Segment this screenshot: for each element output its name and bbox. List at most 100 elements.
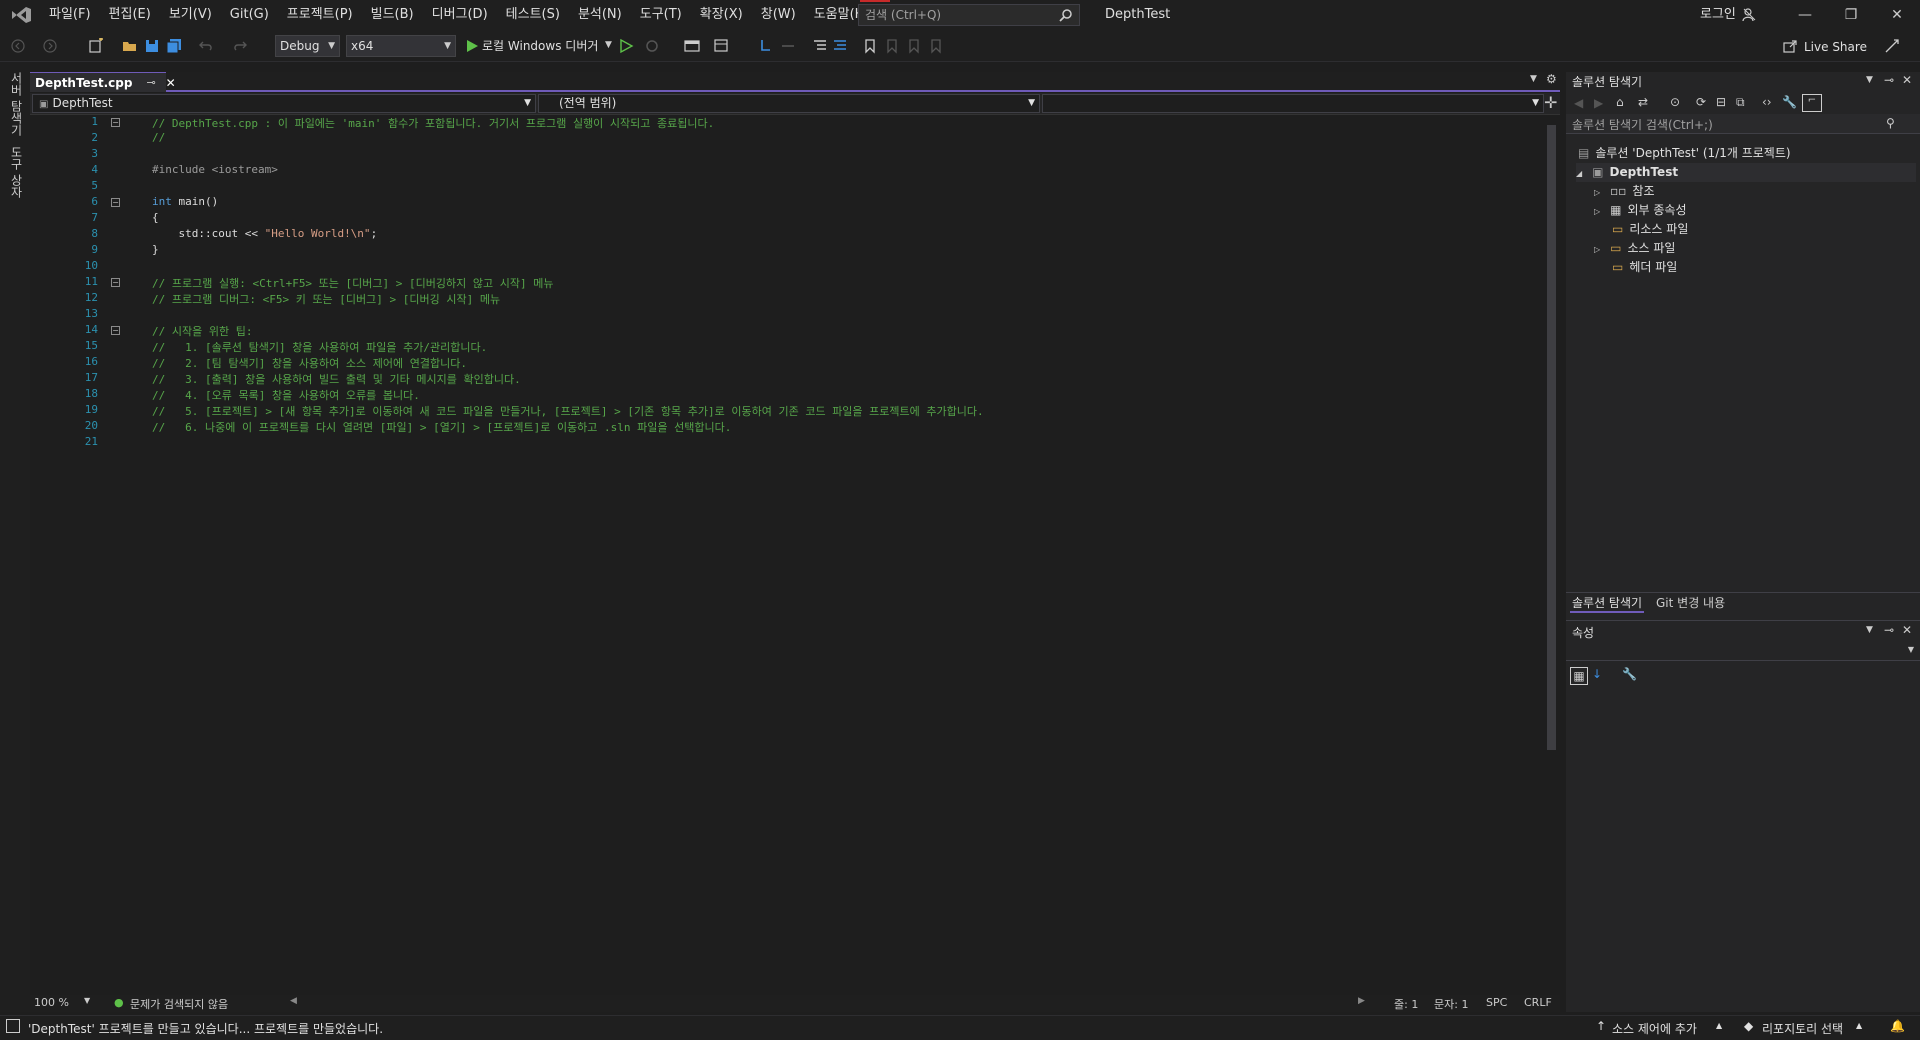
add-to-source-control-button[interactable]: 소스 제어에 추가 [1612, 1020, 1697, 1037]
server-explorer-tab[interactable]: 서버 탐색기 [8, 72, 25, 136]
gear-icon[interactable]: ⚙ [1546, 72, 1557, 86]
line-ending-indicator[interactable]: CRLF [1524, 996, 1552, 1009]
navigate-forward-icon[interactable] [42, 38, 58, 54]
configuration-select[interactable]: Debug ▼ [275, 35, 340, 57]
clear-bookmarks-icon[interactable] [928, 38, 944, 54]
scroll-left-icon[interactable]: ◀ [290, 996, 297, 1006]
forward-icon[interactable]: ▶ [1594, 96, 1603, 110]
menu-debug[interactable]: 디버그(D) [423, 0, 497, 30]
document-tab[interactable]: DepthTest.cpp ⊸ ✕ [30, 72, 176, 92]
step-over-icon[interactable] [780, 38, 796, 54]
layout-icon[interactable] [714, 38, 730, 54]
line-indicator[interactable]: 줄: 1 [1394, 996, 1418, 1012]
menu-project[interactable]: 프로젝트(P) [278, 0, 362, 30]
editor-vertical-scrollbar[interactable] [1543, 115, 1560, 995]
tree-item-references[interactable]: ▷ ▫▫ 참조 [1594, 182, 1655, 201]
menu-tools[interactable]: 도구(T) [631, 0, 691, 30]
browse-icon[interactable] [684, 38, 700, 54]
tree-item-resource-files[interactable]: ▭ 리소스 파일 [1612, 220, 1688, 239]
restore-button[interactable]: ❐ [1828, 0, 1874, 30]
search-icon[interactable]: ⚲ [1886, 116, 1895, 130]
uncomment-lines-icon[interactable] [832, 38, 848, 54]
hot-reload-icon[interactable] [644, 38, 660, 54]
home-icon[interactable]: ⌂ [1616, 95, 1624, 109]
issues-indicator[interactable]: 문제가 검색되지 않음 [130, 996, 228, 1012]
menu-file[interactable]: 파일(F) [40, 0, 100, 30]
window-options-icon[interactable]: ▼ [1866, 75, 1873, 85]
toolbox-tab[interactable]: 도구 상자 [8, 146, 25, 198]
collapse-all-icon[interactable]: ⊟ [1716, 95, 1726, 109]
alphabetical-icon[interactable]: ↓ [1592, 667, 1602, 681]
feedback-icon[interactable] [1884, 38, 1900, 54]
undo-icon[interactable] [198, 38, 214, 54]
code-editor[interactable]: 1 2 3 4 5 6 7 8 9 10 11 12 13 14 15 16 1… [30, 115, 1548, 995]
save-icon[interactable] [144, 38, 160, 54]
live-share-button[interactable]: Live Share [1804, 30, 1867, 64]
scroll-right-icon[interactable]: ▶ [1358, 996, 1365, 1006]
menu-view[interactable]: 보기(V) [160, 0, 221, 30]
show-all-files-icon[interactable]: ⧉ [1736, 95, 1745, 110]
whitespace-indicator[interactable]: SPC [1486, 996, 1507, 1009]
chevron-up-icon[interactable]: ▲ [1716, 1021, 1722, 1030]
menu-edit[interactable]: 편집(E) [100, 0, 160, 30]
properties-wrench-icon[interactable]: 🔧 [1782, 95, 1797, 109]
back-icon[interactable]: ◀ [1574, 96, 1583, 110]
save-all-icon[interactable] [166, 38, 182, 54]
collapsed-arrow-icon[interactable]: ▷ [1594, 188, 1600, 197]
window-options-icon[interactable]: ▼ [1866, 625, 1873, 635]
account-icon[interactable] [1742, 8, 1756, 22]
property-pages-icon[interactable]: 🔧 [1622, 667, 1637, 681]
collapse-region-icon[interactable]: − [111, 198, 120, 207]
pin-icon[interactable]: ⊸ [1884, 623, 1894, 637]
start-without-debugging-icon[interactable] [618, 38, 634, 54]
tree-item-header-files[interactable]: ▭ 헤더 파일 [1612, 258, 1677, 277]
chevron-up-icon[interactable]: ▲ [1856, 1021, 1862, 1030]
tab-git-changes[interactable]: Git 변경 내용 [1656, 594, 1725, 611]
collapse-region-icon[interactable]: − [111, 326, 120, 335]
collapse-region-icon[interactable]: − [111, 278, 120, 287]
member-scope-select[interactable]: ▼ [1042, 94, 1544, 113]
zoom-level-select[interactable]: 100 % [34, 996, 69, 1009]
next-bookmark-icon[interactable] [906, 38, 922, 54]
pending-changes-filter-icon[interactable]: ⊙ [1670, 95, 1680, 109]
chevron-down-icon[interactable]: ▼ [605, 40, 612, 50]
previous-bookmark-icon[interactable] [884, 38, 900, 54]
collapsed-arrow-icon[interactable]: ▷ [1594, 245, 1600, 254]
pin-icon[interactable]: ⊸ [1884, 73, 1894, 87]
select-repository-button[interactable]: 리포지토리 선택 [1762, 1020, 1843, 1037]
menu-window[interactable]: 창(W) [752, 0, 805, 30]
switch-view-icon[interactable]: ⇄ [1638, 95, 1648, 109]
split-editor-icon[interactable]: ✛ [1544, 93, 1557, 112]
menu-build[interactable]: 빌드(B) [362, 0, 423, 30]
start-debugging-button[interactable]: 로컬 Windows 디버거 [482, 30, 598, 62]
properties-object-select[interactable]: ▼ [1566, 643, 1920, 661]
preview-selected-icon[interactable]: ⌐ [1802, 94, 1822, 112]
close-window-button[interactable]: ✕ [1874, 0, 1920, 30]
menu-analyze[interactable]: 분석(N) [569, 0, 631, 30]
pin-icon[interactable]: ⊸ [146, 76, 155, 89]
open-file-icon[interactable] [122, 38, 138, 54]
column-indicator[interactable]: 문자: 1 [1434, 996, 1468, 1012]
menu-test[interactable]: 테스트(S) [497, 0, 569, 30]
visual-studio-logo-icon[interactable] [10, 6, 32, 24]
bookmark-icon[interactable] [862, 38, 878, 54]
platform-select[interactable]: x64 ▼ [346, 35, 456, 57]
tab-list-dropdown-icon[interactable]: ▼ [1530, 74, 1537, 84]
close-panel-icon[interactable]: ✕ [1902, 73, 1912, 87]
close-panel-icon[interactable]: ✕ [1902, 623, 1912, 637]
project-node[interactable]: ◢ ▣ DepthTest [1576, 163, 1916, 182]
tab-solution-explorer[interactable]: 솔루션 탐색기 [1570, 594, 1645, 613]
search-icon[interactable] [1059, 8, 1073, 22]
sync-icon[interactable]: ⟳ [1696, 95, 1706, 109]
comment-lines-icon[interactable] [812, 38, 828, 54]
step-into-icon[interactable] [758, 38, 774, 54]
categorized-icon[interactable]: ▦ [1570, 667, 1588, 685]
start-debugging-icon[interactable] [464, 38, 480, 54]
navigate-back-icon[interactable] [10, 38, 26, 54]
scrollbar-thumb[interactable] [1547, 125, 1556, 750]
live-share-icon[interactable] [1782, 38, 1798, 54]
login-link[interactable]: 로그인 [1700, 0, 1736, 30]
menu-git[interactable]: Git(G) [221, 0, 278, 30]
output-icon[interactable] [6, 1019, 20, 1033]
minimize-button[interactable]: — [1782, 0, 1828, 30]
